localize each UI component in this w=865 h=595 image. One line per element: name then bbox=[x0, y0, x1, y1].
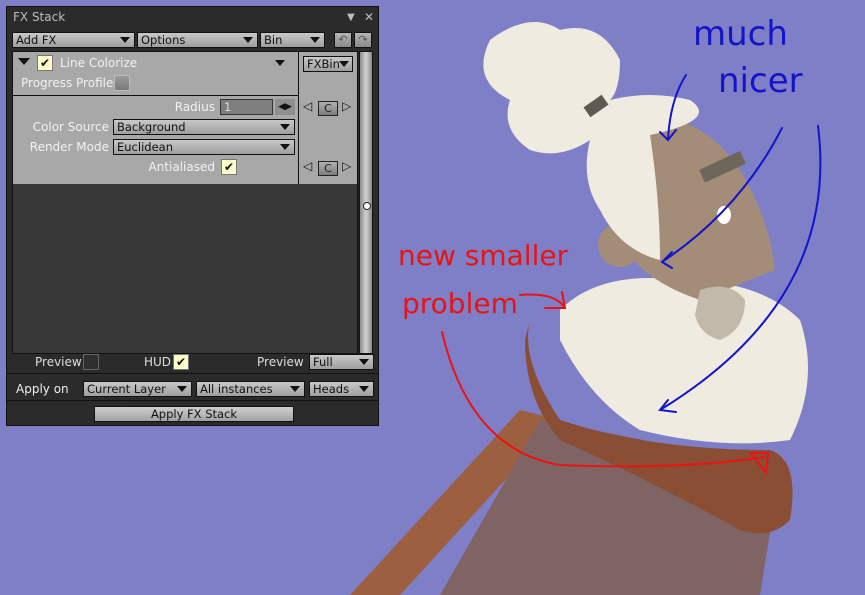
bin-dropdown[interactable]: Bin bbox=[260, 32, 325, 48]
antialiased-key-c-button[interactable]: C bbox=[318, 161, 338, 176]
blue-text-nicer: nicer bbox=[718, 61, 803, 101]
chevron-down-icon bbox=[359, 386, 369, 392]
options-dropdown[interactable]: Options bbox=[137, 32, 258, 48]
radius-key-c-button[interactable]: C bbox=[318, 101, 338, 116]
apply-layer-dropdown[interactable]: Current Layer bbox=[83, 381, 192, 397]
fx-item-line-colorize: ✔ Line Colorize Progress Profile FXBin R… bbox=[13, 52, 357, 184]
close-icon[interactable]: ✕ bbox=[364, 10, 374, 24]
antialiased-label: Antialiased bbox=[148, 160, 215, 174]
footer-divider bbox=[7, 373, 378, 374]
next-key-antialiased-icon[interactable]: ▷ bbox=[342, 159, 351, 173]
fx-enabled-checkbox[interactable]: ✔ bbox=[37, 55, 53, 71]
panel-menu-icon[interactable]: ▼ bbox=[347, 12, 355, 23]
redo-icon: ↷ bbox=[358, 33, 368, 46]
chevron-down-icon bbox=[120, 37, 130, 43]
fx-menu-chevron-icon[interactable] bbox=[275, 60, 285, 66]
fxbin-label: FXBin bbox=[307, 57, 340, 71]
undo-button[interactable]: ↶ bbox=[334, 32, 352, 48]
add-fx-label: Add FX bbox=[16, 33, 57, 47]
add-fx-dropdown[interactable]: Add FX bbox=[12, 32, 135, 48]
chevron-down-icon bbox=[177, 386, 187, 392]
render-mode-value: Euclidean bbox=[117, 140, 173, 154]
prev-key-antialiased-icon[interactable]: ◁ bbox=[303, 159, 312, 173]
prev-key-radius-icon[interactable]: ◁ bbox=[303, 99, 312, 113]
options-label: Options bbox=[141, 33, 186, 47]
panel-title: FX Stack bbox=[13, 10, 66, 24]
progress-profile-label: Progress Profile bbox=[21, 76, 114, 90]
fx-list-scrollbar[interactable] bbox=[359, 51, 373, 354]
antialiased-checkbox[interactable]: ✔ bbox=[221, 159, 237, 175]
radius-spinner[interactable]: ◀▶ bbox=[275, 99, 295, 115]
red-text-new-smaller: new smaller bbox=[398, 239, 569, 272]
redo-button[interactable]: ↷ bbox=[354, 32, 372, 48]
preview-mode-dropdown[interactable]: Full bbox=[309, 354, 374, 370]
hud-checkbox[interactable]: ✔ bbox=[173, 354, 189, 370]
chevron-down-icon bbox=[280, 144, 290, 150]
render-mode-dropdown[interactable]: Euclidean bbox=[113, 139, 295, 155]
hud-label: HUD bbox=[144, 355, 172, 369]
apply-instances-dropdown[interactable]: All instances bbox=[196, 381, 305, 397]
fx-item-separator bbox=[298, 52, 299, 184]
progress-profile-checkbox[interactable] bbox=[114, 75, 130, 91]
footer-divider-2 bbox=[7, 400, 378, 401]
color-source-label: Color Source bbox=[32, 120, 109, 134]
render-mode-label: Render Mode bbox=[29, 140, 109, 154]
apply-on-label: Apply on bbox=[16, 382, 69, 396]
apply-heads-value: Heads bbox=[313, 382, 350, 396]
preview-mode-value: Full bbox=[313, 355, 333, 369]
preview-mode-label: Preview bbox=[257, 355, 304, 369]
radius-input[interactable]: 1 bbox=[220, 99, 273, 115]
color-source-dropdown[interactable]: Background bbox=[113, 119, 295, 135]
fx-list: ✔ Line Colorize Progress Profile FXBin R… bbox=[12, 51, 358, 354]
chevron-down-icon bbox=[280, 124, 290, 130]
fx-item-header: ✔ Line Colorize Progress Profile bbox=[13, 52, 298, 96]
collapse-triangle-icon[interactable] bbox=[18, 58, 30, 65]
blue-text-much: much bbox=[693, 14, 788, 54]
apply-fx-stack-button[interactable]: Apply FX Stack bbox=[94, 406, 294, 422]
undo-icon: ↶ bbox=[338, 33, 348, 46]
radius-label: Radius bbox=[174, 100, 215, 114]
chevron-down-icon bbox=[359, 359, 369, 365]
scroll-grip-icon[interactable] bbox=[363, 202, 371, 210]
apply-instances-value: All instances bbox=[200, 382, 273, 396]
chevron-down-icon bbox=[243, 37, 253, 43]
panel-titlebar[interactable]: FX Stack ▼ ✕ bbox=[7, 7, 378, 29]
chevron-down-icon bbox=[290, 386, 300, 392]
next-key-radius-icon[interactable]: ▷ bbox=[342, 99, 351, 113]
bin-label: Bin bbox=[264, 33, 283, 47]
chevron-down-icon bbox=[310, 37, 320, 43]
color-source-value: Background bbox=[117, 120, 186, 134]
fx-name: Line Colorize bbox=[60, 56, 138, 70]
apply-layer-value: Current Layer bbox=[87, 382, 166, 396]
apply-heads-dropdown[interactable]: Heads bbox=[309, 381, 374, 397]
fxbin-dropdown[interactable]: FXBin bbox=[303, 56, 353, 72]
red-text-problem: problem bbox=[402, 287, 518, 320]
chevron-down-icon bbox=[339, 61, 349, 67]
preview-label: Preview bbox=[35, 355, 82, 369]
fx-stack-panel: FX Stack ▼ ✕ Add FX Options Bin ↶ ↷ ✔ Li… bbox=[6, 6, 379, 426]
preview-checkbox[interactable] bbox=[83, 354, 99, 370]
